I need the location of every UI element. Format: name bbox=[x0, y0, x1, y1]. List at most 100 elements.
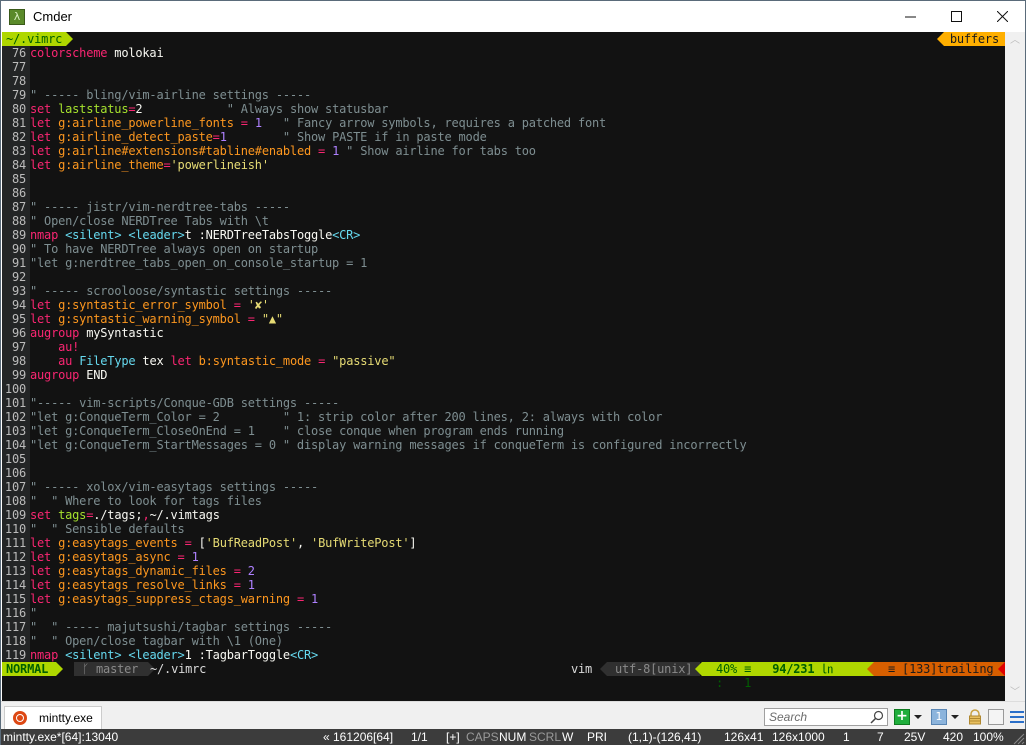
token-cmt: " Open/close NERDTree Tabs with \t bbox=[30, 214, 269, 228]
token-white: molokai bbox=[107, 46, 164, 60]
code-line[interactable]: 102 "let g:ConqueTerm_Color = 2 " 1: stri… bbox=[2, 410, 1005, 424]
line-number: 97 bbox=[2, 340, 30, 354]
code-line[interactable]: 112 let g:easytags_async = 1 bbox=[2, 550, 1005, 564]
page-info: 1/1 bbox=[411, 730, 428, 744]
code-line[interactable]: 96 augroup mySyntastic bbox=[2, 326, 1005, 340]
code-line[interactable]: 90 " To have NERDTree always open on star… bbox=[2, 242, 1005, 256]
token-white bbox=[304, 592, 311, 606]
token-white bbox=[241, 564, 248, 578]
code-line[interactable]: 117 " " ----- majutsushi/tagbar settings … bbox=[2, 620, 1005, 634]
code-line[interactable]: 95 let g:syntastic_warning_symbol = "▲" bbox=[2, 312, 1005, 326]
code-line[interactable]: 110 " " Sensible defaults bbox=[2, 522, 1005, 536]
close-button[interactable] bbox=[979, 1, 1025, 32]
code-line[interactable]: 111 let g:easytags_events = ['BufReadPost… bbox=[2, 536, 1005, 550]
window-controls bbox=[887, 1, 1025, 32]
token-cmt: "let g:nerdtree_tabs_open_on_console_sta… bbox=[30, 256, 368, 270]
code-line[interactable]: 81 let g:airline_powerline_fonts = 1 " Fa… bbox=[2, 116, 1005, 130]
code-line[interactable]: 114 let g:easytags_resolve_links = 1 bbox=[2, 578, 1005, 592]
line-number: 91 bbox=[2, 256, 30, 270]
code-line[interactable]: 105 bbox=[2, 452, 1005, 466]
token-white bbox=[241, 578, 248, 592]
token-white: , bbox=[296, 536, 312, 550]
code-line[interactable]: 80 set laststatus=2 " Always show statusb… bbox=[2, 102, 1005, 116]
token-kw: colorscheme bbox=[30, 46, 108, 60]
code-line[interactable]: 94 let g:syntastic_error_symbol = '✘' bbox=[2, 298, 1005, 312]
new-console-dropdown-icon[interactable] bbox=[914, 715, 922, 719]
code-line[interactable]: 99 augroup END bbox=[2, 368, 1005, 382]
pid-info[interactable]: « 161206[64] bbox=[323, 729, 393, 745]
token-kw: au bbox=[58, 354, 73, 368]
code-line[interactable]: 92 bbox=[2, 270, 1005, 284]
token-kw: let bbox=[30, 536, 52, 550]
code-line[interactable]: 97 au! bbox=[2, 340, 1005, 354]
tab-one-icon[interactable]: 1 bbox=[931, 709, 947, 725]
code-line[interactable]: 109 set tags=./tags;,~/.vimtags bbox=[2, 508, 1005, 522]
token-id: g:easytags_dynamic_files bbox=[58, 564, 227, 578]
menu-icon[interactable] bbox=[1009, 709, 1025, 725]
code-line[interactable]: 104 "let g:ConqueTerm_StartMessages = 0 "… bbox=[2, 438, 1005, 452]
code-line[interactable]: 87 " ----- jistr/vim-nerdtree-tabs ----- bbox=[2, 200, 1005, 214]
code-line[interactable]: 103 "let g:ConqueTerm_CloseOnEnd = 1 " cl… bbox=[2, 424, 1005, 438]
line-number: 90 bbox=[2, 242, 30, 256]
lock-icon[interactable] bbox=[967, 709, 983, 725]
code-line[interactable]: 84 let g:airline_theme='powerlineish' bbox=[2, 158, 1005, 172]
code-line[interactable]: 77 bbox=[2, 60, 1005, 74]
token-op: = bbox=[233, 578, 241, 592]
token-opt: laststatus bbox=[58, 102, 129, 116]
vim-tab-vimrc[interactable]: ~/.vimrc bbox=[2, 32, 74, 46]
code-line[interactable]: 107 " ----- xolox/vim-easytags settings -… bbox=[2, 480, 1005, 494]
scroll-down-arrow-icon[interactable]: ﹀ bbox=[1005, 684, 1025, 701]
tab-dropdown-icon[interactable] bbox=[951, 715, 959, 719]
process-info[interactable]: mintty.exe*[64]:13040 bbox=[3, 729, 118, 745]
code-line[interactable]: 108 " " Where to look for tags files bbox=[2, 494, 1005, 508]
code-editor[interactable]: 76 colorscheme molokai 77 78 79 " ----- bling… bbox=[2, 46, 1005, 662]
code-line[interactable]: 115 let g:easytags_suppress_ctags_warning… bbox=[2, 592, 1005, 606]
token-cmt: " " Where to look for tags files bbox=[30, 494, 262, 508]
code-line[interactable]: 91 "let g:nerdtree_tabs_open_on_console_s… bbox=[2, 256, 1005, 270]
token-id: g:easytags_resolve_links bbox=[58, 578, 227, 592]
line-number: 80 bbox=[2, 102, 30, 116]
minimize-button[interactable] bbox=[887, 1, 933, 32]
line-number: 110 bbox=[2, 522, 30, 536]
code-line[interactable]: 106 bbox=[2, 466, 1005, 480]
code-line[interactable]: 78 bbox=[2, 74, 1005, 88]
token-op: = bbox=[184, 536, 192, 550]
terminal-pane[interactable]: ~/.vimrc buffers 76 colorscheme molokai 77… bbox=[2, 32, 1005, 701]
code-line[interactable]: 85 bbox=[2, 172, 1005, 186]
code-line[interactable]: 101 "----- vim-scripts/Conque-GDB setting… bbox=[2, 396, 1005, 410]
token-white bbox=[241, 298, 248, 312]
new-console-plus-icon[interactable]: + bbox=[894, 709, 910, 725]
token-op: = bbox=[318, 144, 326, 158]
resize-grip-icon[interactable] bbox=[1013, 733, 1025, 745]
code-line[interactable]: 79 " ----- bling/vim-airline settings ---… bbox=[2, 88, 1005, 102]
maximize-button[interactable] bbox=[933, 1, 979, 32]
code-line[interactable]: 100 bbox=[2, 382, 1005, 396]
code-line[interactable]: 119 nmap <silent> <leader>1 :TagbarToggle… bbox=[2, 648, 1005, 662]
console-tab-mintty[interactable]: mintty.exe bbox=[4, 706, 102, 729]
ubuntu-icon bbox=[13, 711, 27, 725]
split-pane-icon[interactable] bbox=[988, 709, 1004, 725]
token-white bbox=[311, 144, 318, 158]
search-icon[interactable] bbox=[870, 710, 884, 724]
line-number: 102 bbox=[2, 410, 30, 424]
code-line[interactable]: 116 " bbox=[2, 606, 1005, 620]
vertical-scrollbar[interactable]: ︿ ﹀ bbox=[1005, 32, 1025, 701]
code-line[interactable]: 93 " ----- scrooloose/syntastic settings … bbox=[2, 284, 1005, 298]
code-line[interactable]: 89 nmap <silent> <leader>t :NERDTreeTabsT… bbox=[2, 228, 1005, 242]
code-line[interactable]: 82 let g:airline_detect_paste=1 " Show PA… bbox=[2, 130, 1005, 144]
num-indicator: NUM bbox=[499, 730, 527, 744]
token-num: 2 bbox=[247, 564, 255, 578]
code-line[interactable]: 118 " " Open/close tagbar with \1 (One) bbox=[2, 634, 1005, 648]
code-line[interactable]: 83 let g:airline#extensions#tabline#enabl… bbox=[2, 144, 1005, 158]
token-num: 1 bbox=[311, 592, 319, 606]
token-kw: set bbox=[30, 508, 52, 522]
token-id: g:airline_theme bbox=[58, 158, 164, 172]
search-input[interactable] bbox=[765, 709, 865, 725]
code-line[interactable]: 76 colorscheme molokai bbox=[2, 46, 1005, 60]
code-line[interactable]: 88 " Open/close NERDTree Tabs with \t bbox=[2, 214, 1005, 228]
code-line[interactable]: 86 bbox=[2, 186, 1005, 200]
scroll-up-arrow-icon[interactable]: ︿ bbox=[1005, 32, 1025, 49]
code-line[interactable]: 113 let g:easytags_dynamic_files = 2 bbox=[2, 564, 1005, 578]
code-line[interactable]: 98 au FileType tex let b:syntastic_mode … bbox=[2, 354, 1005, 368]
token-kw: set bbox=[30, 102, 52, 116]
